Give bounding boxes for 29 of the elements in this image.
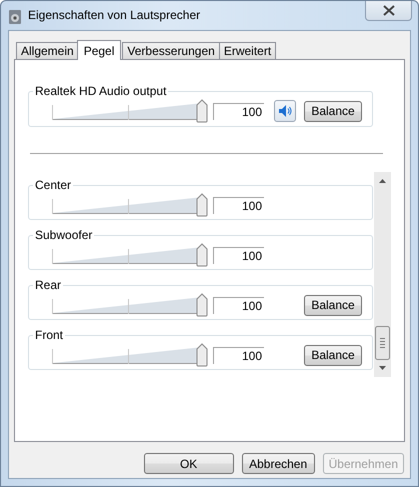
level-field[interactable]: 100 (213, 102, 264, 120)
level-field[interactable]: 100 (213, 346, 264, 364)
balance-button[interactable]: Balance (304, 294, 362, 316)
tab[interactable]: Verbesserungen (122, 42, 220, 59)
group-label: Front (34, 328, 64, 342)
level-field[interactable]: 100 (213, 246, 264, 264)
slider-thumb[interactable] (196, 244, 208, 266)
mute-button[interactable] (274, 100, 296, 122)
dialog-button[interactable]: OK (144, 453, 234, 474)
slider-thumb[interactable] (196, 344, 208, 366)
speaker-icon (8, 10, 22, 24)
slider-thumb[interactable] (196, 194, 208, 216)
level-field[interactable]: 100 (213, 296, 264, 314)
level-field[interactable]: 100 (213, 196, 264, 214)
tab[interactable]: Erweitert (218, 42, 276, 59)
window-title: Eigenschaften von Lautsprecher (28, 8, 200, 22)
balance-button[interactable]: Balance (304, 100, 362, 122)
group-label: Subwoofer (34, 228, 94, 242)
tab[interactable]: Allgemein (16, 42, 79, 59)
balance-button[interactable]: Balance (304, 344, 362, 366)
dialog-button[interactable]: Abbrechen (242, 453, 315, 474)
close-button[interactable] (365, 1, 412, 21)
slider-thumb[interactable] (196, 100, 208, 122)
close-icon (382, 5, 394, 16)
group-label: Realtek HD Audio output (34, 84, 168, 98)
slider-thumb[interactable] (196, 294, 208, 316)
tab[interactable]: Pegel (76, 40, 122, 60)
group-label: Center (34, 178, 72, 192)
group-label: Rear (34, 278, 62, 292)
